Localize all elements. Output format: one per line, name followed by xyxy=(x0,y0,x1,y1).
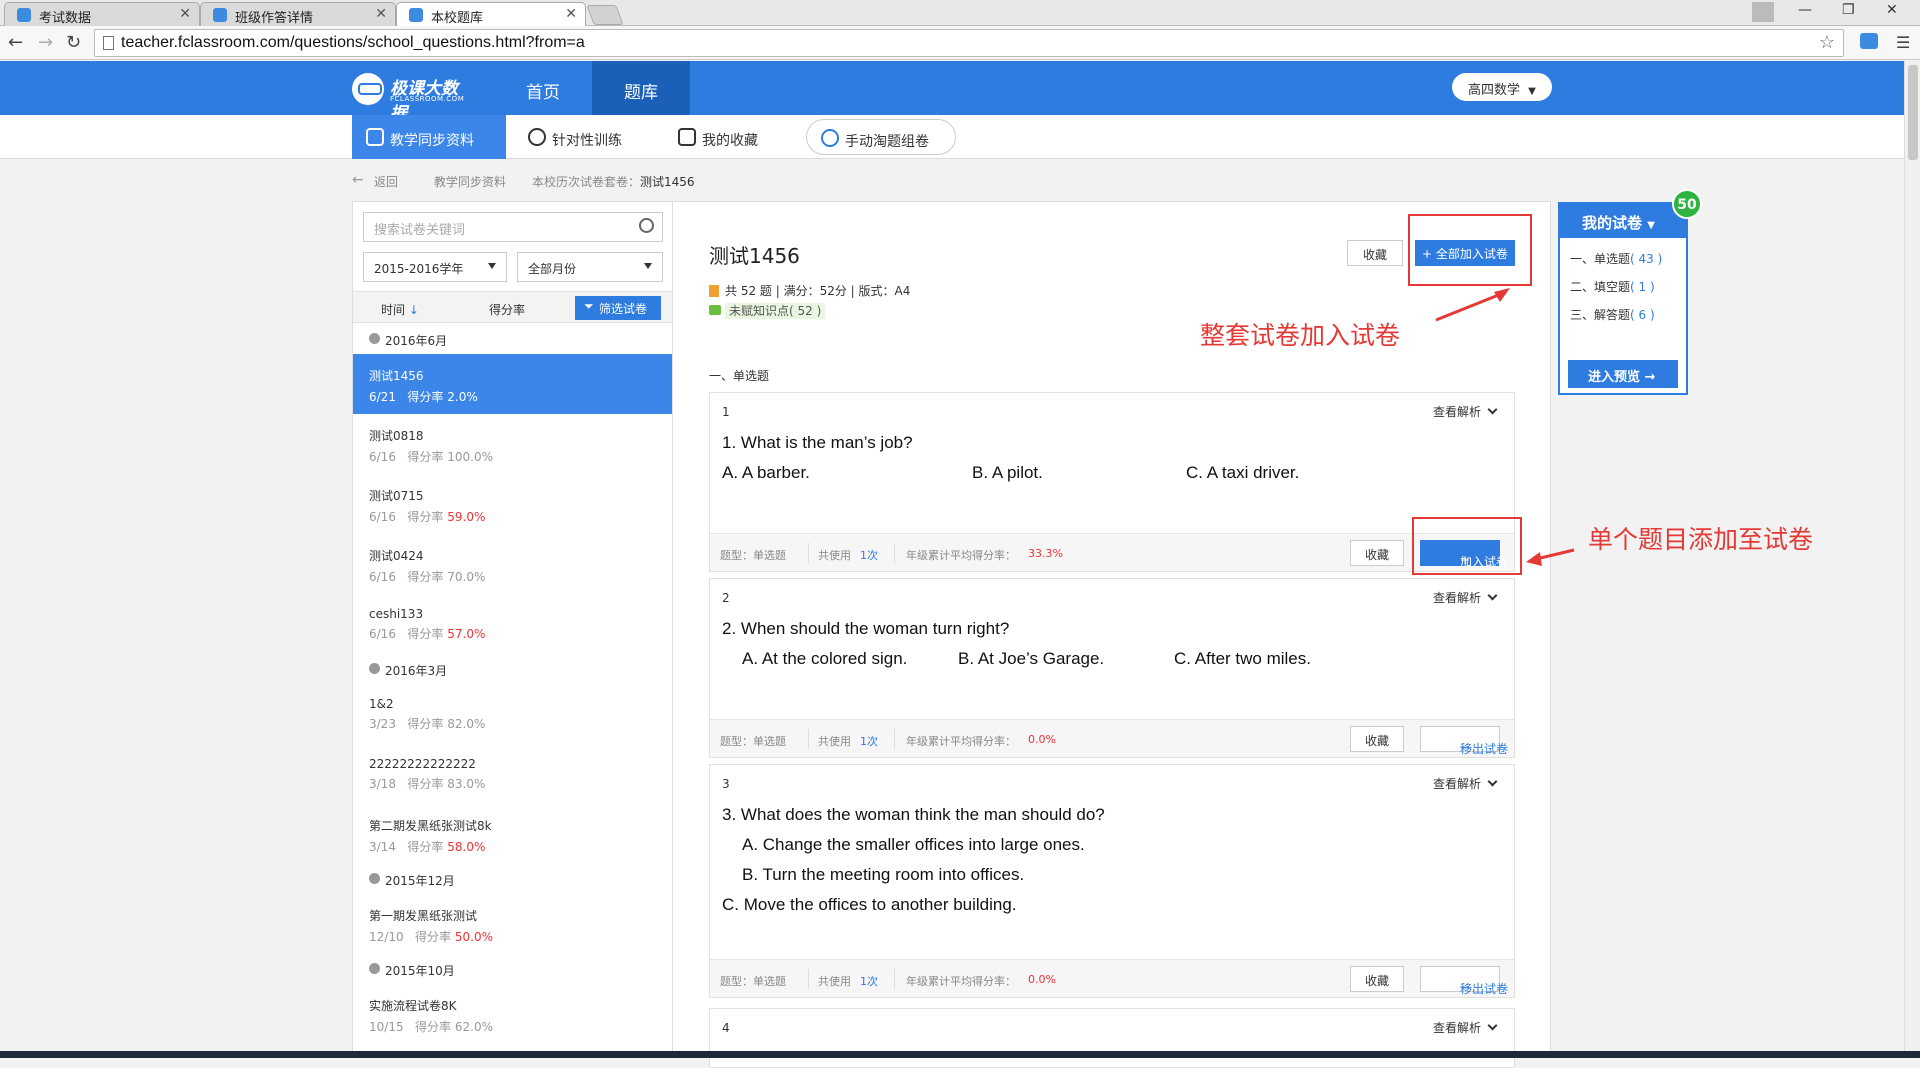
arrow-right-icon: → xyxy=(1644,370,1656,385)
enter-preview-button[interactable]: 进入预览 → xyxy=(1568,360,1678,388)
os-taskbar xyxy=(0,1051,1920,1058)
chevron-down-icon: ▼ xyxy=(1647,220,1655,231)
my-paper-row[interactable]: 三、解答题( 6 ) xyxy=(1570,306,1655,323)
my-paper-row[interactable]: 二、填空题( 1 ) xyxy=(1570,278,1655,295)
annotation-whole-paper: 整套试卷加入试卷 xyxy=(1200,321,1401,350)
my-paper-header[interactable]: 我的试卷 ▼ xyxy=(1560,204,1686,238)
my-paper-row[interactable]: 一、单选题( 43 ) xyxy=(1570,250,1662,267)
my-paper-panel: 我的试卷 ▼ 一、单选题( 43 ) 二、填空题( 1 ) 三、解答题( 6 )… xyxy=(1558,202,1688,395)
question-count-badge: 50 xyxy=(1672,189,1702,219)
annotation-single-question: 单个题目添加至试卷 xyxy=(1588,525,1814,554)
